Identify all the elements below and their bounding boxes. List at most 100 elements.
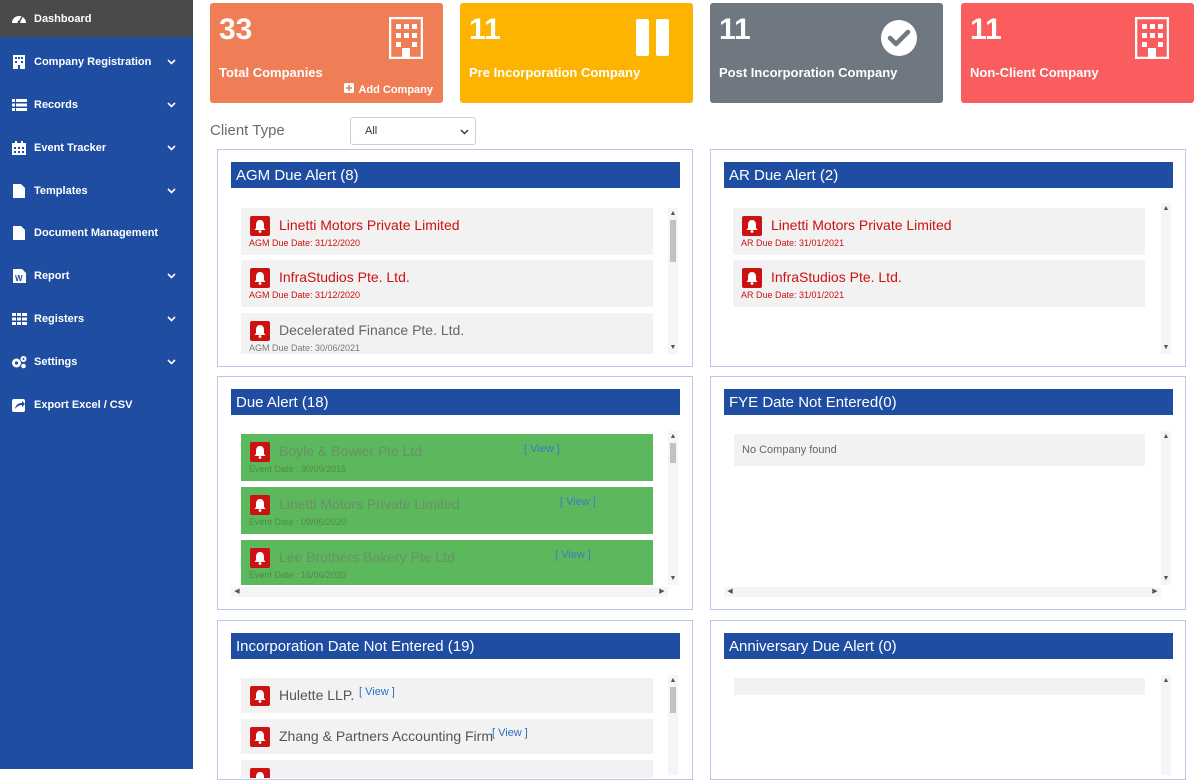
chevron-down-icon [161,101,181,108]
bell-icon [250,768,270,778]
sidebar-item-event-tracker[interactable]: Event Tracker [0,126,193,169]
sidebar-item-dashboard[interactable]: Dashboard [0,0,193,37]
sidebar-item-label: Records [34,98,79,111]
card-label: Non-Client Company [970,65,1099,80]
bell-icon [250,548,270,568]
ar-due-date: AR Due Date: 31/01/2021 [741,238,845,248]
sidebar-item-records[interactable]: Records [0,83,193,126]
sidebar-item-document-management[interactable]: Document Management [0,211,193,254]
sidebar-item-report[interactable]: W Report [0,254,193,297]
list-icon [11,98,27,112]
check-circle-icon [880,19,918,62]
client-type-label: Client Type [210,122,285,139]
chevron-down-icon [161,187,181,194]
vertical-scrollbar[interactable]: ▲ ▼ [1161,431,1171,585]
view-link[interactable]: [ View ] [524,443,560,455]
pause-icon [635,17,673,62]
company-name: Linetti Motors Private Limited [771,217,952,233]
list-item[interactable]: Linetti Motors Private Limited AR Due Da… [733,208,1145,255]
bell-icon [742,216,762,236]
horizontal-scrollbar[interactable]: ◀ ▶ [724,587,1161,597]
agm-due-date: AGM Due Date: 31/12/2020 [249,238,361,248]
list-item[interactable]: InfraStudios Pte. Ltd. AGM Due Date: 31/… [241,260,653,307]
company-name: Lee Brothers Bakery Pte Ltd [279,549,455,565]
card-non-client[interactable]: 11 Non-Client Company [961,3,1194,103]
vertical-scrollbar[interactable]: ▲ [1161,675,1171,775]
card-label: Pre Incorporation Company [469,65,641,80]
sidebar-item-settings[interactable]: Settings [0,340,193,383]
sidebar-item-label: Dashboard [34,12,92,25]
panel-agm-due-alert: AGM Due Alert (8) Linetti Motors Private… [217,149,693,367]
list-item[interactable]: Hulette LLP. [ View ] [241,678,653,713]
list-item[interactable]: Lee Brothers Bakery Pte Ltd [ View ] Eve… [241,540,653,585]
ar-list: Linetti Motors Private Limited AR Due Da… [733,208,1145,354]
vertical-scrollbar[interactable]: ▲ [668,675,678,775]
panel-incorporation-not-entered: Incorporation Date Not Entered (19) Hule… [217,620,693,780]
vertical-scrollbar[interactable]: ▲ ▼ [668,431,678,585]
agm-list: Linetti Motors Private Limited AGM Due D… [241,208,653,354]
vertical-scrollbar[interactable]: ▲ ▼ [1161,203,1171,354]
list-item[interactable]: Boyle & Bowler Pte Ltd [ View ] Event Da… [241,434,653,481]
add-company-button[interactable]: Add Company [344,83,433,96]
panel-title: AR Due Alert (2) [724,162,1173,188]
ar-due-date: AR Due Date: 31/01/2021 [741,290,845,300]
sidebar-item-registers[interactable]: Registers [0,297,193,340]
dashboard-icon [11,12,27,26]
card-count: 11 [970,13,1002,46]
list-item[interactable]: Decelerated Finance Pte. Ltd. AGM Due Da… [241,313,653,354]
chevron-down-icon [460,126,469,138]
company-name: Decelerated Finance Pte. Ltd. [279,322,465,338]
list-item[interactable]: Linetti Motors Private Limited AGM Due D… [241,208,653,255]
list-item[interactable]: InfraStudios Pte. Ltd. AR Due Date: 31/0… [733,260,1145,307]
event-date: Event Date : 16/06/2020 [249,570,347,580]
chevron-down-icon [161,58,181,65]
bell-icon [250,727,270,747]
company-name: Hulette LLP. [279,687,355,703]
word-file-icon: W [11,268,27,283]
horizontal-scrollbar[interactable]: ◀ ▶ [231,587,668,597]
sidebar-item-label: Event Tracker [34,141,107,154]
sidebar-item-label: Templates [34,184,88,197]
panel-due-alert: Due Alert (18) Boyle & Bowler Pte Ltd [ … [217,376,693,610]
svg-text:W: W [15,274,23,283]
sidebar-item-label: Export Excel / CSV [34,398,133,411]
vertical-scrollbar[interactable]: ▲ ▼ [668,208,678,354]
company-name: Boyle & Bowler Pte Ltd [279,443,423,459]
card-label: Post Incorporation Company [719,65,898,80]
export-icon [11,398,27,412]
chevron-down-icon [161,315,181,322]
view-link[interactable]: [ View ] [555,549,591,561]
event-date: Event Date : 30/09/2015 [249,464,347,474]
sidebar-item-company-registration[interactable]: Company Registration [0,40,193,83]
panel-title: AGM Due Alert (8) [231,162,680,188]
sidebar-item-templates[interactable]: Templates [0,169,193,212]
client-type-select[interactable]: All [350,117,476,145]
chevron-down-icon [161,144,181,151]
calendar-icon [11,140,27,155]
document-icon [11,225,27,240]
panel-title: FYE Date Not Entered(0) [724,389,1173,415]
card-count: 33 [219,13,253,46]
card-pre-incorporation[interactable]: 11 Pre Incorporation Company [460,3,693,103]
bell-icon [742,268,762,288]
panel-title: Incorporation Date Not Entered (19) [231,633,680,659]
view-link[interactable]: [ View ] [560,496,596,508]
view-link[interactable]: [ View ] [359,686,395,698]
card-total-companies[interactable]: 33 Total Companies Add Company [210,3,443,103]
list-item[interactable]: Zhang & Partners Accounting Firm [ View … [241,719,653,754]
sidebar-item-export[interactable]: Export Excel / CSV [0,383,193,426]
sidebar-item-label: Settings [34,355,78,368]
agm-due-date: AGM Due Date: 31/12/2020 [249,290,361,300]
bell-icon [250,686,270,706]
company-name: InfraStudios Pte. Ltd. [771,269,902,285]
sidebar-item-label: Registers [34,312,85,325]
company-name: InfraStudios Pte. Ltd. [279,269,410,285]
list-item [241,760,653,778]
panel-anniversary-due-alert: Anniversary Due Alert (0) ▲ [710,620,1186,780]
incorp-list: Hulette LLP. [ View ] Zhang & Partners A… [241,678,653,778]
view-link[interactable]: [ View ] [492,727,528,739]
card-post-incorporation[interactable]: 11 Post Incorporation Company [710,3,943,103]
due-list: Boyle & Bowler Pte Ltd [ View ] Event Da… [241,434,653,585]
bell-icon [250,442,270,462]
list-item[interactable]: Linetti Motors Private Limited [ View ] … [241,487,653,534]
